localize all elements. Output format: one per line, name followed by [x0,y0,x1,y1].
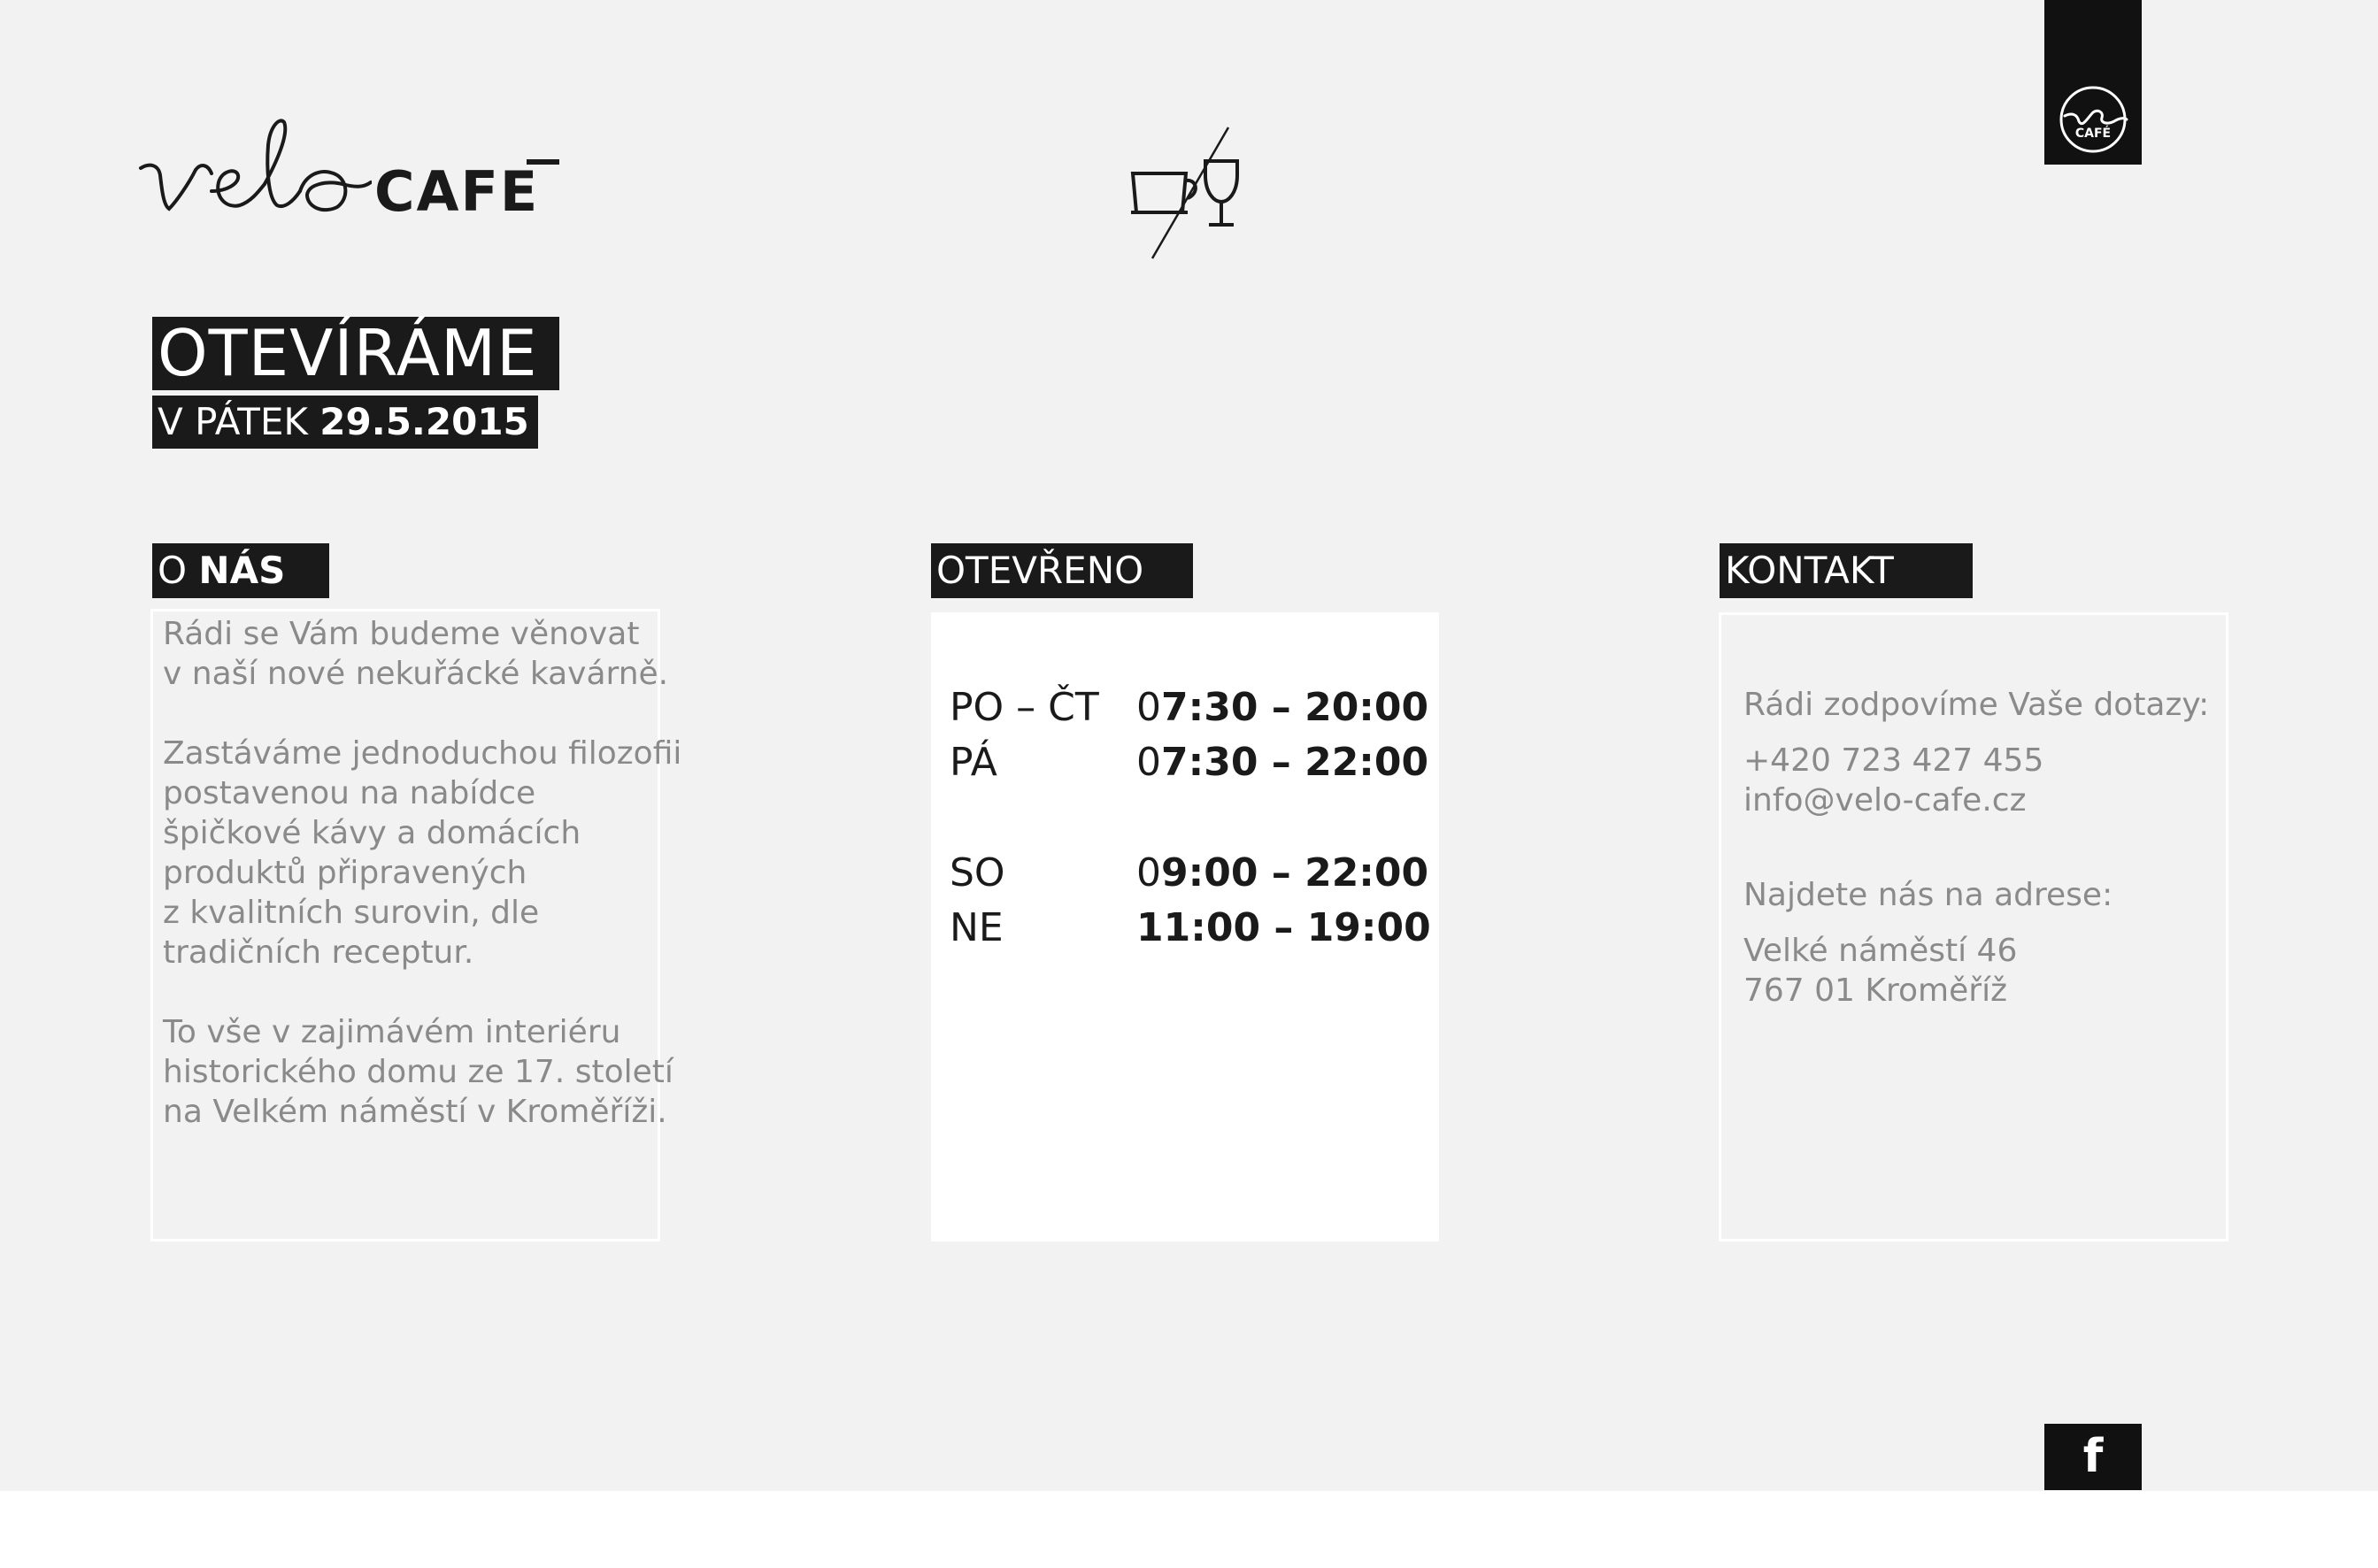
about-paragraph: Rádi se Vám budeme věnovat v naší nové n… [163,614,681,694]
about-paragraph: To vše v zajimávém interiéru historickéh… [163,1012,681,1132]
about-line: postavenou na nabídce [163,775,536,811]
hours-time: 11:00 – 19:00 [1136,903,1431,953]
contact-address-line: 767 01 Kroměříž [1743,972,2007,1009]
facebook-icon: f [2082,1430,2104,1483]
contact-phone[interactable]: +420 723 427 455 [1743,741,2043,780]
hours-time: 07:30 – 20:00 [1136,683,1428,733]
velo-badge-icon: CAFÉ [2059,86,2128,153]
about-line: produktů připravených [163,855,527,891]
hours-time-lead: 0 [1136,685,1161,730]
logo-cafe-word: CAFE [374,159,540,224]
contact-intro: Rádi zodpovíme Vaše dotazy: [1743,687,2210,723]
contact-address-intro: Najdete nás na adrese: [1743,877,2113,913]
velo-cafe-logo[interactable]: CAFE [137,113,559,228]
hours-header: OTEVŘENO [931,543,1193,598]
opening-date-value: 29.5.2015 [319,400,529,443]
hours-time-lead: 0 [1136,850,1161,895]
about-header: O NÁS [152,543,329,598]
contact-email[interactable]: info@velo-cafe.cz [1743,780,2026,820]
contact-address-line: Velké náměstí 46 [1743,933,2018,969]
about-header-bold: NÁS [198,549,286,592]
velo-script-logo [139,119,372,212]
hours-day: PÁ [950,740,997,785]
about-line: To vše v zajimávém interiéru [163,1014,621,1050]
facebook-button[interactable]: f [2044,1424,2142,1490]
hours-time: 09:00 – 22:00 [1136,849,1428,898]
hours-day: NE [950,905,1004,950]
about-header-prefix: O [158,549,188,592]
hours-day: SO [950,850,1005,895]
about-line: Zastáváme jednoduchou filozofii [163,735,682,772]
hours-time-main: 7:30 – 22:00 [1161,740,1429,785]
hours-time-main: 7:30 – 20:00 [1161,685,1429,730]
hours-time-lead: 0 [1136,740,1161,785]
opening-date-prefix: V PÁTEK [158,400,308,443]
cup-glass-icon [1124,124,1248,265]
hours-time-main: 11:00 – 19:00 [1136,905,1431,950]
about-paragraph: Zastáváme jednoduchou filozofii postaven… [163,734,681,972]
about-line: tradičních receptur. [163,934,474,971]
hours-time-main: 9:00 – 22:00 [1161,850,1429,895]
logo-macron [527,159,559,165]
about-line: v naší nové nekuřácké kavárně. [163,656,669,692]
top-logo-badge[interactable]: CAFÉ [2044,0,2142,165]
about-line: z kvalitních surovin, dle [163,895,540,931]
about-text: Rádi se Vám budeme věnovat v naší nové n… [163,614,681,1172]
hours-time: 07:30 – 22:00 [1136,738,1428,788]
contact-header: KONTAKT [1720,543,1973,598]
about-line: špičkové kávy a domácích [163,815,581,851]
about-line: Rádi se Vám budeme věnovat [163,616,640,652]
badge-cafe-text: CAFÉ [2075,126,2111,141]
about-line: historického domu ze 17. století [163,1054,673,1090]
opening-date: V PÁTEK 29.5.2015 [152,396,538,449]
opening-title: OTEVÍRÁME [152,317,559,390]
hours-day: PO – ČT [950,685,1099,730]
about-line: na Velkém náměstí v Kroměříži. [163,1094,667,1130]
